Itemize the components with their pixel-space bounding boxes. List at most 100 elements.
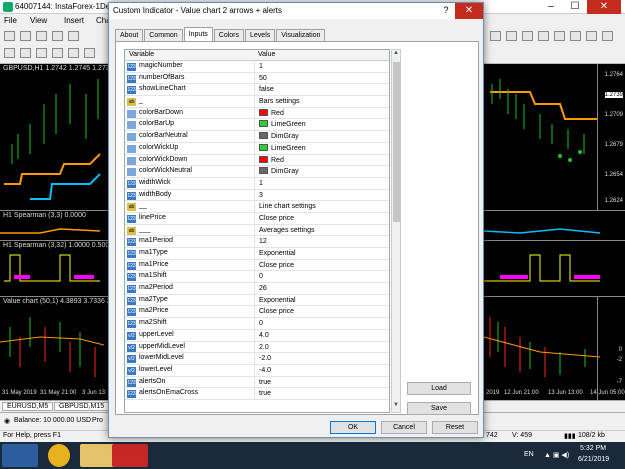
input-value-cell[interactable]: Exponential bbox=[254, 248, 296, 259]
input-value-cell[interactable]: 26 bbox=[254, 283, 267, 295]
tab-common[interactable]: Common bbox=[144, 29, 183, 41]
chart-tab-eurusd[interactable]: EURUSD,M5 bbox=[2, 402, 54, 411]
input-value-cell[interactable]: -2.0 bbox=[254, 353, 271, 365]
input-value-cell[interactable]: 2.0 bbox=[254, 341, 269, 353]
tab-colors[interactable]: Colors bbox=[213, 29, 245, 41]
input-value-cell[interactable]: false bbox=[254, 84, 274, 96]
input-value-cell[interactable]: 1 bbox=[254, 177, 263, 189]
input-row[interactable]: ab __ Line chart settings bbox=[125, 201, 389, 213]
input-row[interactable]: 123 magicNumber 1 bbox=[125, 61, 389, 73]
input-row[interactable]: colorBarNeutral DimGray bbox=[125, 131, 389, 143]
input-row[interactable]: 123 widthWick 1 bbox=[125, 177, 389, 190]
tab-levels[interactable]: Levels bbox=[245, 29, 276, 41]
input-row[interactable]: v/2 upperLevel 4.0 bbox=[125, 329, 389, 342]
input-value-cell[interactable]: 1 bbox=[254, 61, 263, 72]
clock-time[interactable]: 5:32 PM bbox=[580, 445, 606, 452]
input-value-cell[interactable]: 0 bbox=[254, 271, 263, 283]
input-row[interactable]: 123 linePrice Close price bbox=[125, 212, 389, 225]
cursor-icon[interactable] bbox=[4, 48, 15, 58]
input-row[interactable]: 123 ma1Period 12 bbox=[125, 236, 389, 248]
input-value-cell[interactable]: Red bbox=[254, 154, 284, 166]
input-value-cell[interactable]: Close price bbox=[254, 212, 294, 224]
load-button[interactable]: Load bbox=[407, 382, 471, 395]
input-row[interactable]: 123 ma2Type Exponential bbox=[125, 294, 389, 307]
input-row[interactable]: colorBarDown Red bbox=[125, 107, 389, 120]
trendline-icon[interactable] bbox=[68, 48, 79, 58]
tab-inputs[interactable]: Inputs bbox=[183, 27, 213, 41]
input-value-cell[interactable]: 4.0 bbox=[254, 329, 269, 341]
input-value-cell[interactable]: Line chart settings bbox=[254, 201, 316, 213]
autoscroll-icon[interactable] bbox=[538, 31, 549, 41]
input-value-cell[interactable]: Red bbox=[254, 107, 284, 119]
market-watch-icon[interactable] bbox=[36, 31, 47, 41]
vertical-line-icon[interactable] bbox=[36, 48, 47, 58]
input-row[interactable]: 123 showLineChart false bbox=[125, 84, 389, 97]
metatrader-taskbar-icon[interactable] bbox=[112, 444, 148, 467]
input-row[interactable]: 123 ma2Period 26 bbox=[125, 283, 389, 295]
menu-insert[interactable]: Insert bbox=[64, 16, 84, 25]
input-value-cell[interactable]: Averages settings bbox=[254, 224, 315, 236]
input-value-cell[interactable]: 50 bbox=[254, 72, 267, 84]
input-value-cell[interactable]: true bbox=[254, 376, 271, 388]
input-row[interactable]: colorWickDown Red bbox=[125, 154, 389, 167]
input-row[interactable]: 123 ma1Shift 0 bbox=[125, 271, 389, 284]
input-value-cell[interactable]: Close price bbox=[254, 259, 294, 271]
templates-icon[interactable] bbox=[602, 31, 613, 41]
close-icon[interactable]: ✕ bbox=[587, 0, 621, 14]
channel-icon[interactable] bbox=[84, 48, 95, 58]
input-row[interactable]: 123 ma1Price Close price bbox=[125, 259, 389, 272]
input-row[interactable]: 123 ma1Type Exponential bbox=[125, 248, 389, 260]
input-value-cell[interactable]: Close price bbox=[254, 306, 294, 318]
profiles-icon[interactable] bbox=[20, 31, 31, 41]
start-button-icon[interactable] bbox=[2, 444, 38, 467]
file-explorer-icon[interactable] bbox=[80, 444, 116, 467]
navigator-icon[interactable] bbox=[52, 31, 63, 41]
chart-shift-icon[interactable] bbox=[554, 31, 565, 41]
input-row[interactable]: 123 numberOfBars 50 bbox=[125, 72, 389, 85]
input-row[interactable]: v/2 lowerMidLevel -2.0 bbox=[125, 353, 389, 365]
input-row[interactable]: 123 alertsOnEmaCross true bbox=[125, 388, 389, 400]
language-indicator[interactable]: EN bbox=[524, 451, 534, 458]
input-row[interactable]: v/2 lowerLevel -4.0 bbox=[125, 364, 389, 377]
scroll-up-icon[interactable]: ▲ bbox=[392, 50, 400, 60]
cancel-button[interactable]: Cancel bbox=[381, 421, 427, 434]
input-value-cell[interactable]: 12 bbox=[254, 236, 267, 248]
horizontal-line-icon[interactable] bbox=[52, 48, 63, 58]
new-chart-icon[interactable] bbox=[4, 31, 15, 41]
scroll-down-icon[interactable]: ▼ bbox=[392, 402, 400, 412]
input-value-cell[interactable]: Exponential bbox=[254, 294, 296, 306]
tab-about[interactable]: About bbox=[115, 29, 144, 41]
tray-icons[interactable]: ▲ ▣ ◀) bbox=[544, 451, 569, 459]
input-row[interactable]: v/2 upperMidLevel 2.0 bbox=[125, 341, 389, 354]
input-row[interactable]: 123 ma2Price Close price bbox=[125, 306, 389, 319]
periods-icon[interactable] bbox=[586, 31, 597, 41]
reset-button[interactable]: Reset bbox=[432, 421, 478, 434]
save-button[interactable]: Save bbox=[407, 402, 471, 415]
indicators-icon[interactable] bbox=[570, 31, 581, 41]
input-value-cell[interactable]: LimeGreen bbox=[254, 119, 306, 131]
input-value-cell[interactable]: 3 bbox=[254, 189, 263, 201]
clock-date[interactable]: 6/21/2019 bbox=[578, 456, 609, 463]
input-value-cell[interactable]: Bars settings bbox=[254, 96, 299, 108]
dialog-close-icon[interactable]: ✕ bbox=[455, 3, 483, 19]
chrome-icon[interactable] bbox=[48, 444, 70, 467]
input-row[interactable]: colorWickNeutral DimGray bbox=[125, 166, 389, 178]
minimize-icon[interactable]: – bbox=[539, 0, 563, 14]
input-value-cell[interactable]: DimGray bbox=[254, 131, 299, 143]
input-value-cell[interactable]: DimGray bbox=[254, 166, 299, 178]
menu-file[interactable]: File bbox=[4, 16, 17, 25]
input-row[interactable]: ab _ Bars settings bbox=[125, 96, 389, 108]
crosshair-icon[interactable] bbox=[20, 48, 31, 58]
zoom-in-icon[interactable] bbox=[490, 31, 501, 41]
column-variable[interactable]: Variable bbox=[129, 51, 154, 58]
input-row[interactable]: colorWickUp LimeGreen bbox=[125, 142, 389, 155]
input-row[interactable]: 123 widthBody 3 bbox=[125, 189, 389, 202]
scrollbar-thumb[interactable] bbox=[393, 62, 400, 222]
inputs-scrollbar[interactable]: ▲ ▼ bbox=[391, 49, 401, 413]
ok-button[interactable]: OK bbox=[330, 421, 376, 434]
input-row[interactable]: 123 ma2Shift 0 bbox=[125, 318, 389, 330]
input-row[interactable]: ab ___ Averages settings bbox=[125, 224, 389, 237]
zoom-out-icon[interactable] bbox=[506, 31, 517, 41]
input-value-cell[interactable]: 0 bbox=[254, 318, 263, 330]
maximize-icon[interactable]: ☐ bbox=[563, 0, 587, 14]
